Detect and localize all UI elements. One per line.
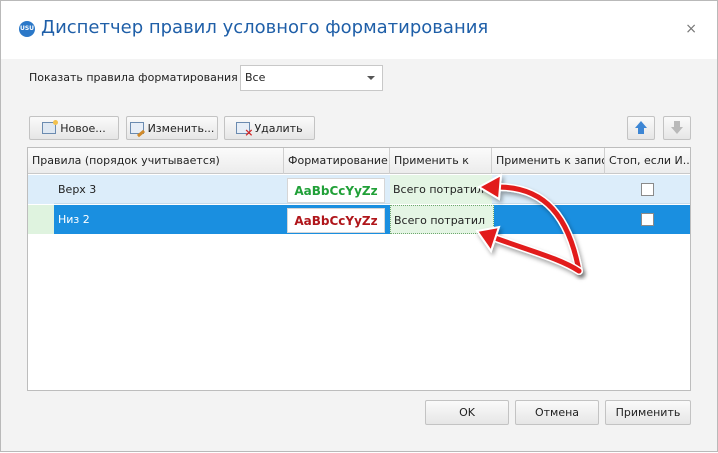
- column-header-apply-to[interactable]: Применить к: [390, 148, 492, 174]
- stop-checkbox[interactable]: [641, 213, 654, 226]
- edit-rule-button[interactable]: Изменить...: [126, 116, 218, 140]
- new-rule-button[interactable]: Новое...: [29, 116, 119, 140]
- cancel-button[interactable]: Отмена: [515, 400, 599, 425]
- filter-label: Показать правила форматирования для:: [29, 71, 267, 84]
- edit-rule-label: Изменить...: [147, 121, 215, 135]
- rule-name: Верх 3: [58, 183, 97, 196]
- delete-rule-icon: [236, 122, 253, 139]
- row-indicator: [28, 175, 54, 204]
- table-row-selected[interactable]: Низ 2 AaBbCcYyZz Всего потратил: [28, 205, 690, 234]
- title-bar: USU Диспетчер правил условного форматиро…: [1, 1, 717, 59]
- apply-to-cell[interactable]: Всего потратил: [390, 205, 494, 234]
- grid-header: Правила (порядок учитывается) Форматиров…: [28, 148, 690, 174]
- delete-rule-button[interactable]: Удалить: [224, 116, 315, 140]
- chevron-down-icon: [367, 76, 375, 80]
- ok-button[interactable]: OK: [425, 400, 509, 425]
- column-header-format[interactable]: Форматирование: [284, 148, 390, 174]
- arrow-down-icon: [670, 121, 684, 135]
- edit-rule-icon: [129, 122, 144, 134]
- table-row[interactable]: Верх 3 AaBbCcYyZz Всего потратил: [28, 175, 690, 204]
- format-preview: AaBbCcYyZz: [287, 208, 385, 233]
- filter-select[interactable]: Все: [240, 65, 383, 91]
- move-down-button[interactable]: [663, 116, 691, 140]
- stop-checkbox[interactable]: [641, 183, 654, 196]
- new-rule-icon: [42, 120, 59, 134]
- close-icon[interactable]: ×: [685, 21, 697, 37]
- rule-name: Низ 2: [58, 213, 90, 226]
- arrow-up-icon: [634, 121, 648, 135]
- filter-select-value: Все: [245, 71, 266, 84]
- new-rule-label: Новое...: [60, 121, 106, 135]
- dialog-title: Диспетчер правил условного форматировани…: [41, 17, 489, 38]
- apply-to-cell[interactable]: Всего потратил: [390, 175, 492, 204]
- dialog-window: USU Диспетчер правил условного форматиро…: [0, 0, 718, 452]
- format-preview: AaBbCcYyZz: [287, 178, 385, 203]
- app-logo-icon: USU: [19, 21, 35, 37]
- rules-grid: Правила (порядок учитывается) Форматиров…: [27, 147, 691, 391]
- apply-button[interactable]: Применить: [605, 400, 691, 425]
- column-header-apply-to-record[interactable]: Применить к записи: [492, 148, 605, 174]
- move-up-button[interactable]: [627, 116, 655, 140]
- column-header-rules[interactable]: Правила (порядок учитывается): [28, 148, 284, 174]
- delete-rule-label: Удалить: [254, 121, 303, 135]
- row-indicator: [28, 205, 54, 234]
- column-header-stop[interactable]: Стоп, если И...: [605, 148, 690, 174]
